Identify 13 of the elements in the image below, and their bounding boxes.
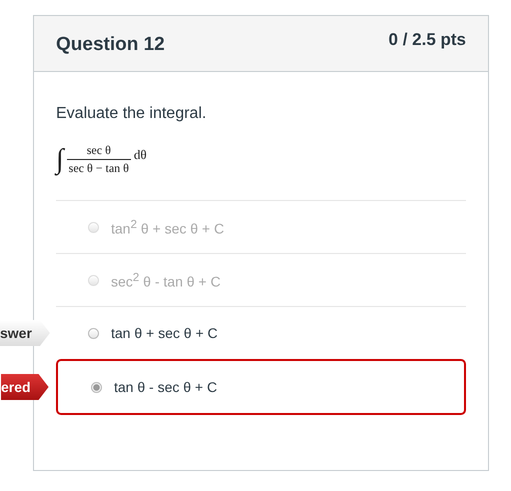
- answer-option-text[interactable]: tan θ + sec θ + C: [111, 325, 218, 341]
- fraction-numerator: sec θ: [86, 143, 112, 159]
- differential-text: dθ: [134, 146, 147, 162]
- question-prompt: Evaluate the integral.: [56, 105, 208, 123]
- question-title: Question 12: [56, 34, 165, 57]
- points-text: 0 / 2.5 pts: [388, 30, 466, 51]
- answer-flag: swer: [0, 320, 50, 346]
- fraction-denominator: sec θ − tan θ: [66, 159, 131, 176]
- answer-option-text[interactable]: tan θ - sec θ + C: [114, 379, 218, 395]
- radio-button[interactable]: [91, 382, 102, 392]
- radio-button[interactable]: [88, 328, 99, 338]
- integral-sign: ∫: [56, 146, 64, 174]
- answer-flag: ered: [1, 374, 49, 400]
